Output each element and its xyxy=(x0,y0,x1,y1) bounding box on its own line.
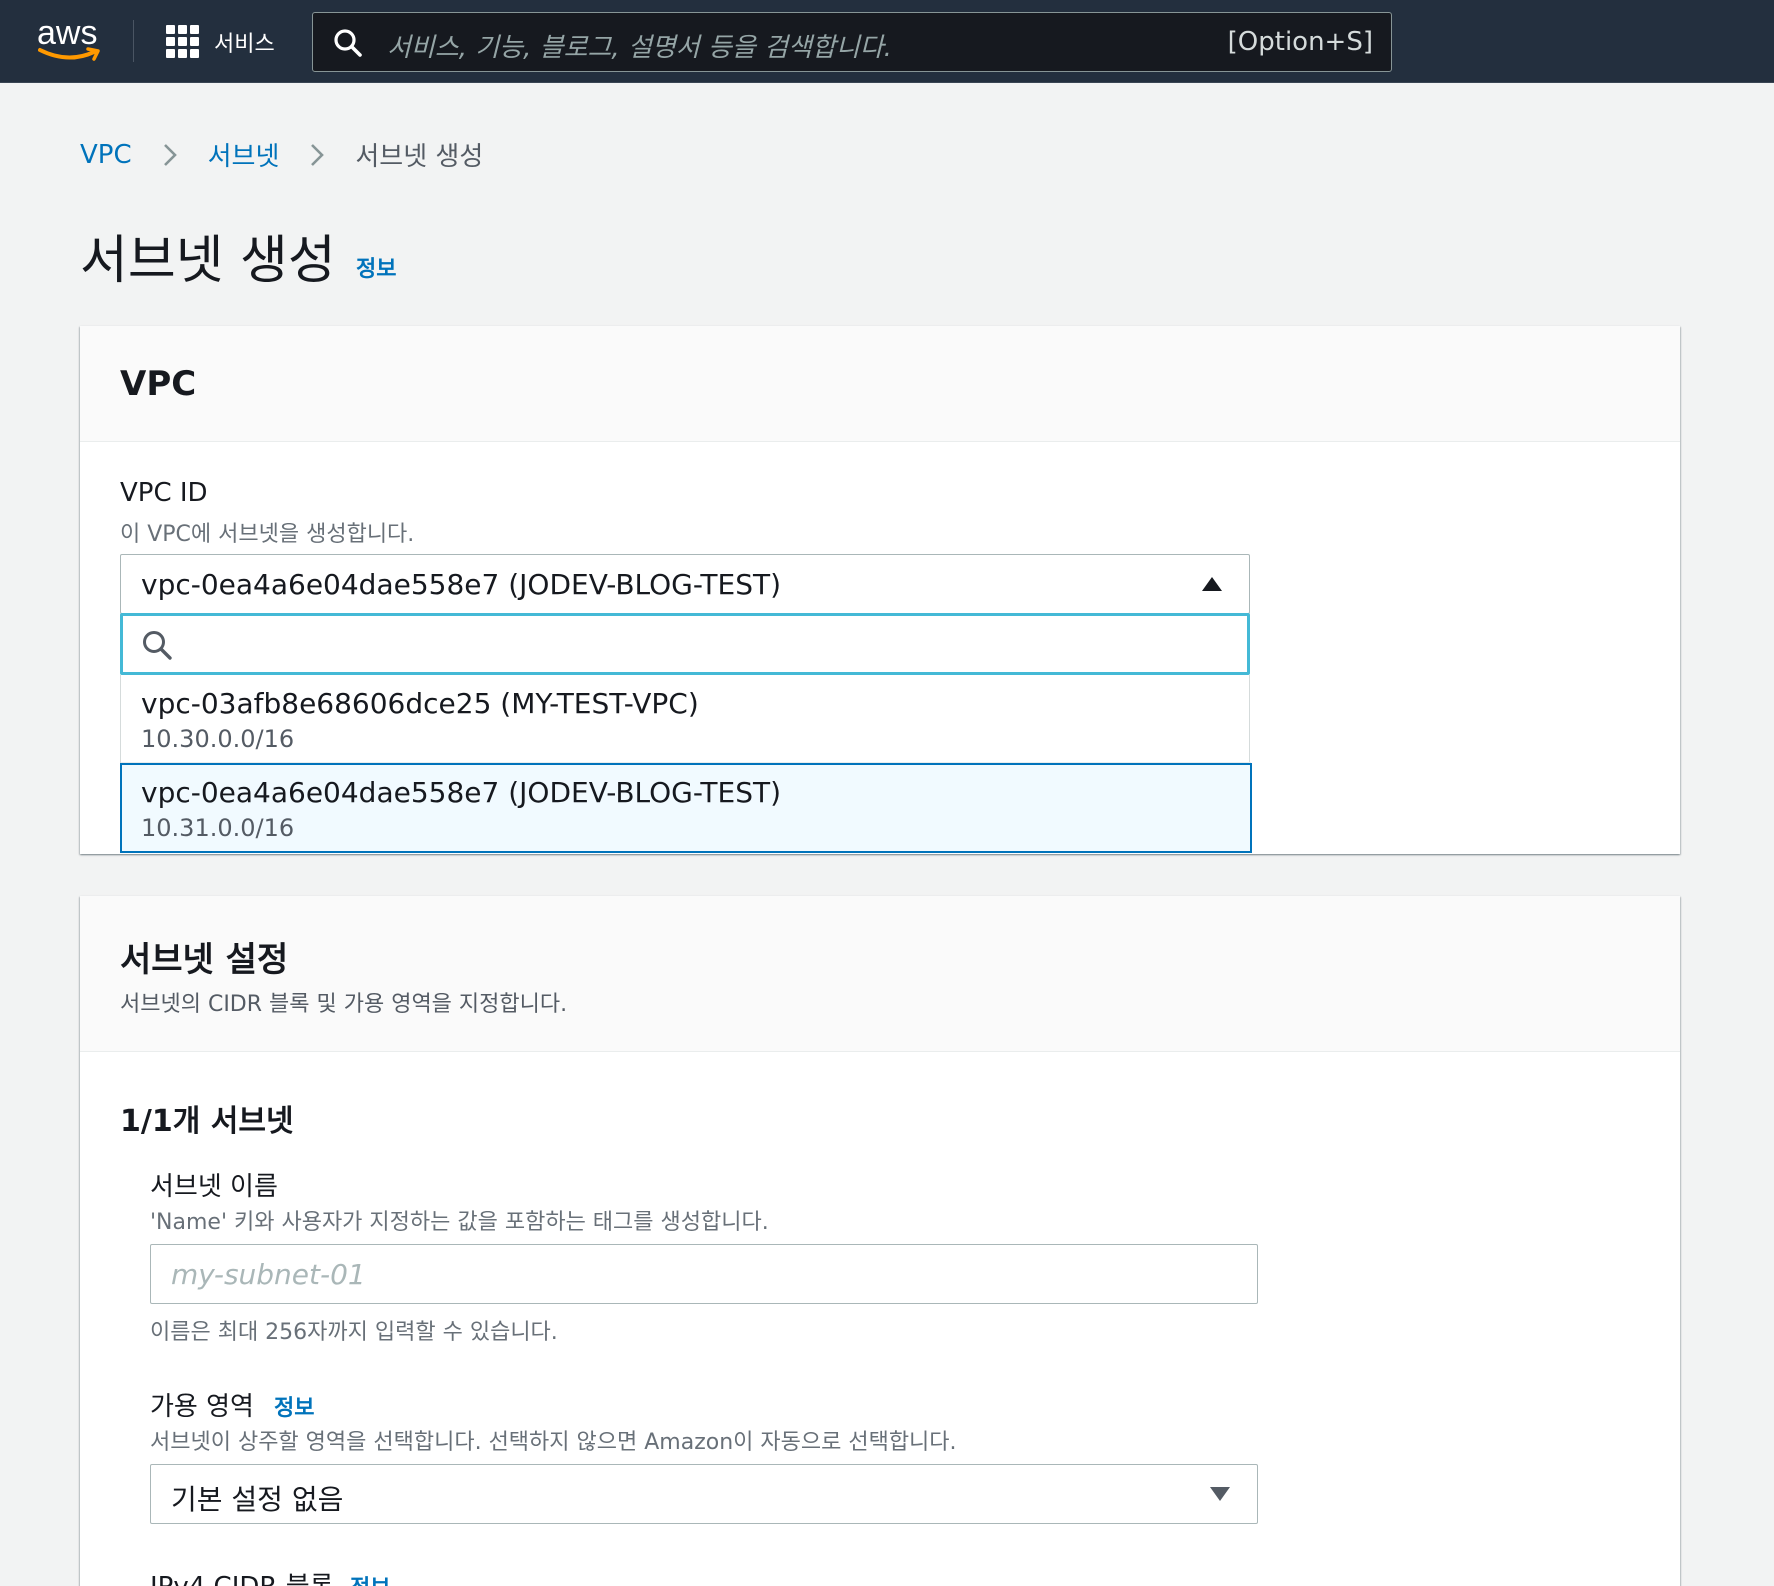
nav-divider xyxy=(133,20,134,62)
subnet-settings-heading: 서브넷 설정 xyxy=(120,940,289,980)
vpc-dropdown-list: vpc-03afb8e68606dce25 (MY-TEST-VPC) 10.3… xyxy=(120,675,1252,853)
breadcrumb-subnets[interactable]: 서브넷 xyxy=(208,136,280,173)
vpc-id-select[interactable]: vpc-0ea4a6e04dae558e7 (JODEV-BLOG-TEST) xyxy=(120,554,1250,614)
top-navigation: aws 서비스 서비스, 기능, 블로그, 설명서 등을 검색합니다. [Opt… xyxy=(0,0,1774,83)
info-link[interactable]: 정보 xyxy=(356,251,396,283)
vpc-option-cidr: 10.30.0.0/16 xyxy=(141,725,295,753)
grid-icon xyxy=(166,25,200,59)
caret-up-icon xyxy=(1202,577,1222,591)
vpc-dropdown-search-input[interactable] xyxy=(120,613,1250,675)
availability-zone-select[interactable]: 기본 설정 없음 xyxy=(150,1464,1258,1524)
subnet-name-label: 서브넷 이름 xyxy=(150,1172,278,1202)
vpc-option-cidr: 10.31.0.0/16 xyxy=(141,814,295,842)
chevron-right-icon xyxy=(311,143,325,166)
availability-zone-value: 기본 설정 없음 xyxy=(171,1483,344,1516)
search-icon xyxy=(334,29,362,57)
vpc-id-label: VPC ID xyxy=(120,478,208,508)
search-icon xyxy=(143,631,172,660)
aws-smile-icon xyxy=(38,47,100,61)
page-title: 서브넷 생성 xyxy=(80,231,336,291)
ipv4-cidr-label: IPv4 CIDR 블록 xyxy=(150,1566,334,1586)
availability-zone-description: 서브넷이 상주할 영역을 선택합니다. 선택하지 않으면 Amazon이 자동으… xyxy=(150,1430,957,1455)
search-shortcut-hint: [Option+S] xyxy=(1227,27,1373,57)
subnet-settings-panel: 서브넷 설정 서브넷의 CIDR 블록 및 가용 영역을 지정합니다. 1/1개… xyxy=(80,896,1680,1586)
vpc-panel: VPC VPC ID 이 VPC에 서브넷을 생성합니다. vpc-0ea4a6… xyxy=(80,326,1680,854)
vpc-panel-header: VPC xyxy=(80,326,1680,442)
subnet-name-description: 'Name' 키와 사용자가 지정하는 값을 포함하는 태그를 생성합니다. xyxy=(150,1210,769,1235)
aws-logo[interactable]: aws xyxy=(34,14,106,64)
breadcrumb: VPC 서브넷 서브넷 생성 xyxy=(80,136,483,173)
search-placeholder: 서비스, 기능, 블로그, 설명서 등을 검색합니다. xyxy=(387,33,892,63)
ipv4-cidr-info-link[interactable]: 정보 xyxy=(350,1570,390,1586)
subnet-settings-description: 서브넷의 CIDR 블록 및 가용 영역을 지정합니다. xyxy=(120,992,568,1017)
services-label: 서비스 xyxy=(214,32,275,57)
breadcrumb-vpc[interactable]: VPC xyxy=(80,140,132,170)
global-search-input[interactable]: 서비스, 기능, 블로그, 설명서 등을 검색합니다. [Option+S] xyxy=(312,12,1392,72)
availability-zone-info-link[interactable]: 정보 xyxy=(274,1390,314,1422)
subnet-settings-header: 서브넷 설정 서브넷의 CIDR 블록 및 가용 영역을 지정합니다. xyxy=(80,896,1680,1052)
vpc-panel-heading: VPC xyxy=(120,364,197,404)
vpc-id-description: 이 VPC에 서브넷을 생성합니다. xyxy=(120,522,415,547)
vpc-option-label: vpc-03afb8e68606dce25 (MY-TEST-VPC) xyxy=(141,687,699,720)
subnet-name-input[interactable] xyxy=(150,1244,1258,1304)
chevron-right-icon xyxy=(163,143,177,166)
subnet-count-heading: 1/1개 서브넷 xyxy=(120,1104,294,1139)
vpc-option-label: vpc-0ea4a6e04dae558e7 (JODEV-BLOG-TEST) xyxy=(141,776,781,809)
breadcrumb-create-subnet: 서브넷 생성 xyxy=(355,142,484,172)
vpc-option[interactable]: vpc-03afb8e68606dce25 (MY-TEST-VPC) 10.3… xyxy=(121,675,1251,763)
vpc-option-selected[interactable]: vpc-0ea4a6e04dae558e7 (JODEV-BLOG-TEST) … xyxy=(120,763,1252,853)
services-menu-button[interactable]: 서비스 xyxy=(166,22,275,62)
caret-down-icon xyxy=(1210,1487,1230,1501)
vpc-id-selected-value: vpc-0ea4a6e04dae558e7 (JODEV-BLOG-TEST) xyxy=(141,568,781,601)
availability-zone-label: 가용 영역 xyxy=(150,1392,254,1422)
subnet-name-constraint: 이름은 최대 256자까지 입력할 수 있습니다. xyxy=(150,1320,558,1345)
